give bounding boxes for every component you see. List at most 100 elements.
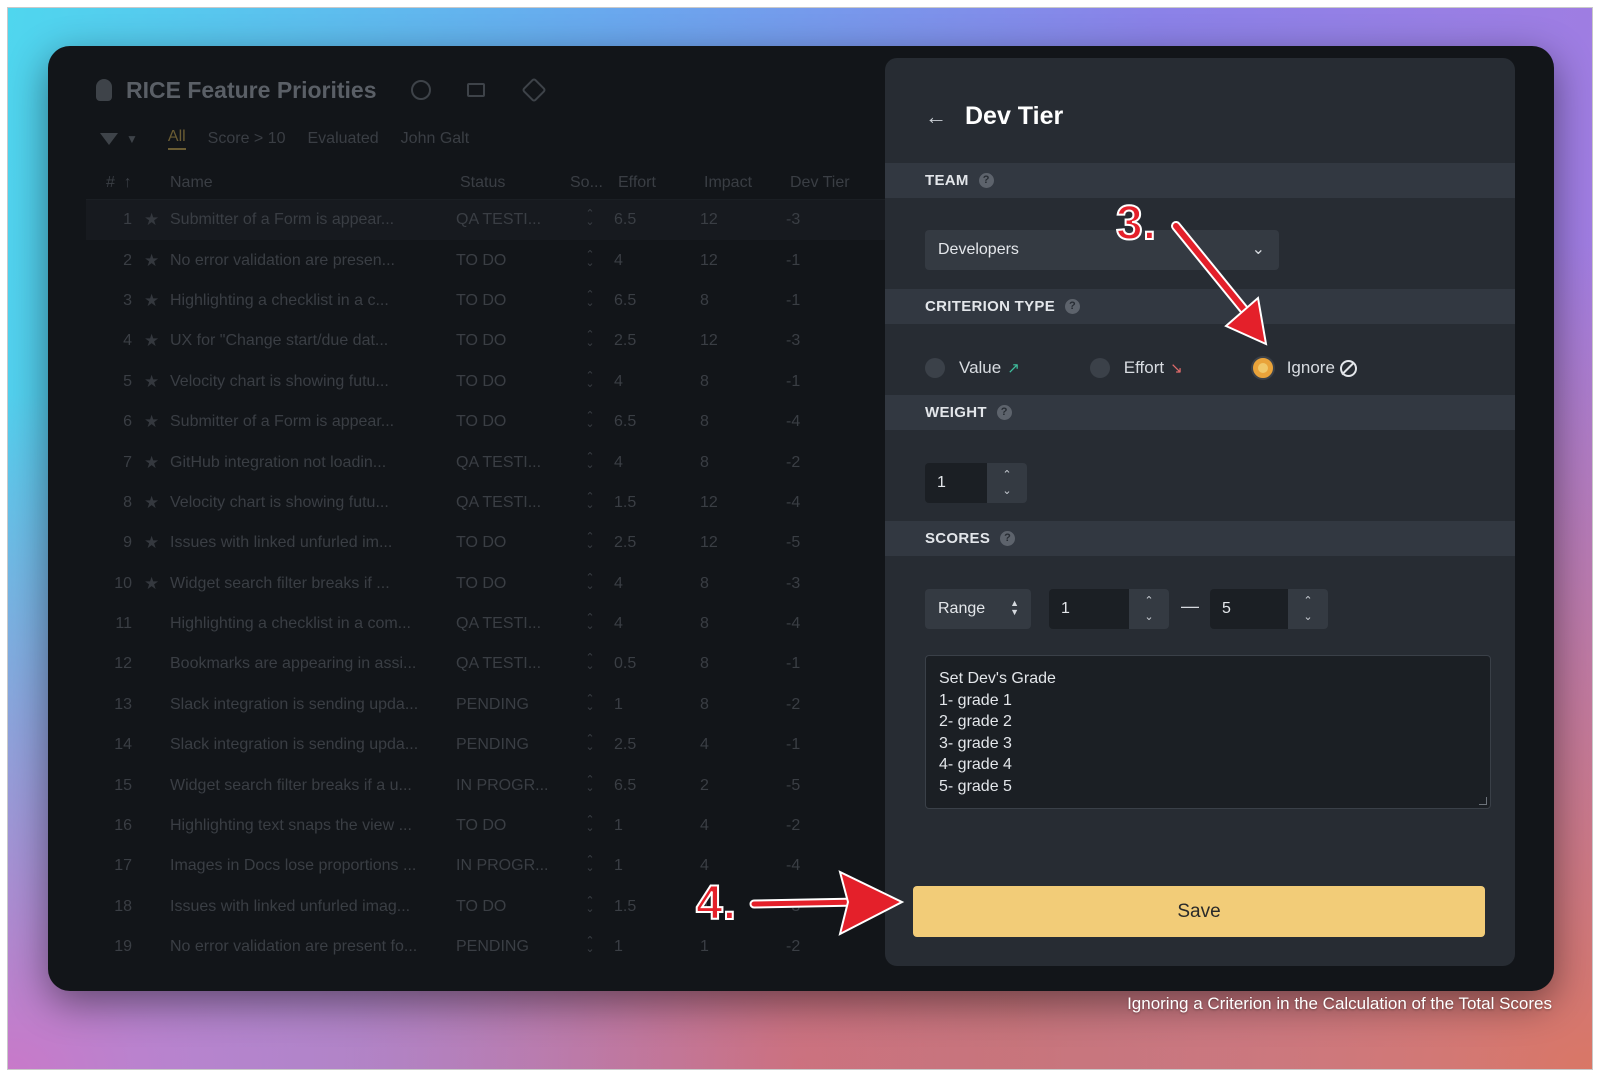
star-icon[interactable]: ★ [144,331,170,351]
pin-off-icon[interactable] [520,77,547,103]
table-row[interactable]: 5 ★ Velocity chart is showing futu... TO DO… [86,362,906,402]
row-impact: 8 [700,413,709,431]
sort-icon: ⌃ ⌄ [585,854,595,875]
column-header-name[interactable]: Name [170,174,460,192]
star-icon[interactable]: ★ [144,291,170,311]
help-icon[interactable]: ? [978,173,994,188]
filter-tab-all[interactable]: All [167,128,186,150]
row-number: 7 [123,453,132,471]
sort-icon: ⌃ ⌄ [585,531,595,552]
row-effort: 1 [614,695,623,713]
decrement-icon[interactable]: ⌄ [1002,483,1011,499]
help-icon[interactable]: ? [1000,531,1016,546]
back-arrow-icon[interactable]: ← [925,104,947,130]
row-number: 2 [123,251,132,269]
row-effort: 1.5 [614,897,637,915]
range-max-input[interactable]: 5 [1210,589,1288,629]
table-row[interactable]: 12 Bookmarks are appearing in assi... QA T… [86,644,906,684]
column-header-status[interactable]: Status [460,174,570,192]
radio-value[interactable]: Value ↗ [925,358,1020,378]
weight-input[interactable]: 1 [925,463,987,503]
star-icon[interactable]: ★ [144,533,170,553]
up-down-icon: ▲ ▼ [1010,598,1019,617]
table-row[interactable]: 10 ★ Widget search filter breaks if ... TO … [86,564,906,604]
table-row[interactable]: 2 ★ No error validation are presen... TO DO… [86,240,906,280]
resize-handle[interactable] [1479,797,1487,805]
info-icon[interactable] [410,80,431,100]
table-row[interactable]: 9 ★ Issues with linked unfurled im... TO DO… [86,523,906,563]
save-button[interactable]: Save [913,886,1485,937]
radio-value-dot[interactable] [925,358,945,378]
table-row[interactable]: 4 ★ UX for "Change start/due dat... TO DO ⌃ ⌄… [86,321,906,361]
scores-description-textarea[interactable]: Set Dev's Grade 1- grade 1 2- grade 2 3-… [925,655,1491,809]
column-header-number[interactable]: # ↑ [86,174,170,192]
star-icon[interactable]: ★ [144,574,170,594]
star-icon[interactable]: ★ [144,210,170,230]
increment-icon[interactable]: ⌃ [1144,593,1153,609]
scores-mode-select[interactable]: Range ▲ ▼ [925,589,1031,629]
radio-ignore-dot[interactable] [1252,358,1273,378]
chevron-down-icon[interactable]: ▼ [126,132,138,146]
table-row[interactable]: 14 Slack integration is sending upda... PE… [86,725,906,765]
lock-icon[interactable] [466,83,485,97]
row-number: 3 [123,291,132,309]
sort-icon: ⌃ ⌄ [585,490,595,511]
radio-effort[interactable]: Effort ↘ [1089,358,1183,378]
column-header-impact[interactable]: Impact [704,174,790,192]
table-row[interactable]: 11 Highlighting a checklist in a com... QA… [86,604,906,644]
row-name: Images in Docs lose proportions ... [170,857,417,875]
row-effort: 2.5 [614,534,637,552]
row-number: 10 [114,574,132,592]
sort-icon: ⌃ ⌄ [585,773,595,794]
row-name: Submitter of a Form is appear... [170,211,395,229]
arrow-up-right-icon: ↗ [1007,360,1020,377]
table-row[interactable]: 6 ★ Submitter of a Form is appear... TO DO ⌃… [86,402,906,442]
table-row[interactable]: 7 ★ GitHub integration not loadin... QA TES… [86,442,906,482]
table-row[interactable]: 3 ★ Highlighting a checklist in a c... TO D… [86,281,906,321]
row-status: QA TESTI... [456,615,542,633]
column-header-dev-tier[interactable]: Dev Tier [790,174,890,192]
row-impact: 12 [700,251,718,269]
row-status: TO DO [456,372,507,390]
row-name: Velocity chart is showing futu... [170,493,389,511]
help-icon[interactable]: ? [996,405,1012,420]
column-header-score[interactable]: So... [570,174,618,192]
increment-icon[interactable]: ⌃ [1303,593,1312,609]
app-toolbar: RICE Feature Priorities [96,70,547,110]
row-effort: 4 [614,372,623,390]
table-row[interactable]: 1 ★ Submitter of a Form is appear... QA TES… [86,200,906,241]
decrement-icon[interactable]: ⌄ [1144,609,1153,625]
team-label: TEAM [925,172,969,189]
filter-tab-evaluated[interactable]: Evaluated [308,130,379,148]
radio-ignore-label: Ignore [1286,358,1335,377]
row-number: 6 [123,413,132,431]
filter-tab-score[interactable]: Score > 10 [208,130,286,148]
radio-effort-dot[interactable] [1089,358,1110,378]
star-icon[interactable]: ★ [144,493,170,513]
column-header-effort[interactable]: Effort [618,174,704,192]
star-icon[interactable]: ★ [144,412,170,432]
radio-ignore[interactable]: Ignore [1252,358,1357,378]
star-icon[interactable]: ★ [144,251,170,271]
row-effort: 0.5 [614,655,637,673]
filter-icon[interactable] [100,133,118,145]
star-icon[interactable]: ★ [144,453,170,473]
row-impact: 8 [700,372,709,390]
row-impact: 8 [700,453,709,471]
table-row[interactable]: 16 Highlighting text snaps the view ... TO… [86,806,906,846]
step-3-label: 3. [1115,196,1157,251]
increment-icon[interactable]: ⌃ [1002,467,1011,483]
table-row[interactable]: 8 ★ Velocity chart is showing futu... QA TE… [86,483,906,523]
row-impact: 4 [700,736,709,754]
row-number: 9 [123,534,132,552]
range-min-input[interactable]: 1 [1049,589,1129,629]
star-icon[interactable]: ★ [144,372,170,392]
help-icon[interactable]: ? [1065,299,1081,314]
step-4-arrow [749,870,905,936]
table-row[interactable]: 13 Slack integration is sending upda... PE… [86,685,906,725]
row-name: Widget search filter breaks if a u... [170,776,412,794]
row-effort: 1 [614,817,623,835]
decrement-icon[interactable]: ⌄ [1303,609,1312,625]
filter-tab-john-galt[interactable]: John Galt [401,130,469,148]
table-row[interactable]: 15 Widget search filter breaks if a u... I… [86,765,906,805]
